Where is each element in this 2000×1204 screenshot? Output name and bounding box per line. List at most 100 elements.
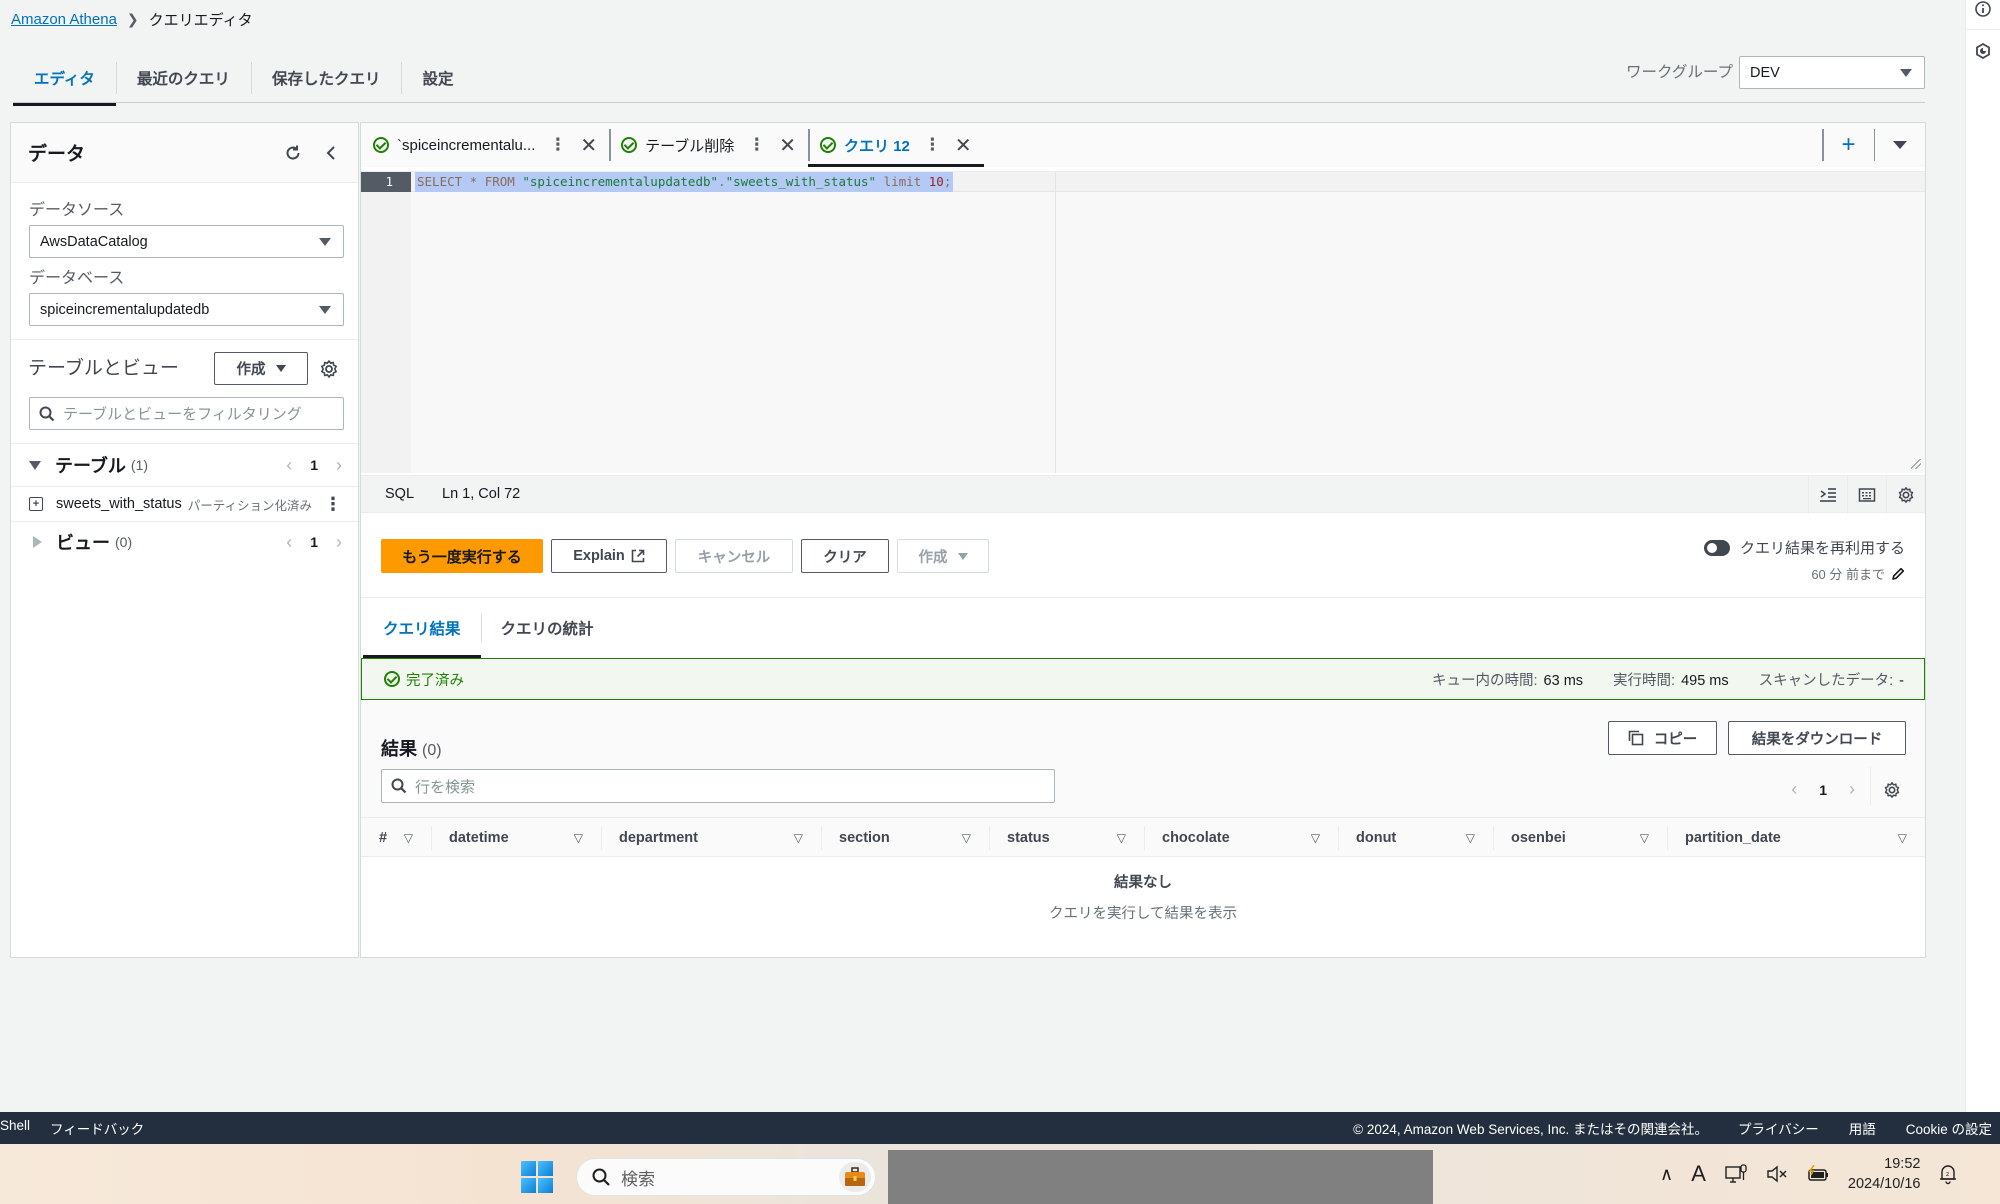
show-hidden-icons-chevron-up-icon[interactable]: ∧ (1660, 1164, 1673, 1185)
sort-icon[interactable]: ▽ (404, 831, 413, 845)
caret-expanded-icon[interactable] (29, 460, 41, 470)
cancel-button[interactable]: キャンセル (675, 539, 793, 573)
column-header[interactable]: chocolate ▽ (1144, 818, 1338, 858)
info-icon[interactable] (1974, 0, 1992, 18)
more-actions-icon[interactable]: ⋮ (324, 494, 342, 515)
ime-indicator[interactable]: A (1691, 1161, 1706, 1187)
sort-icon[interactable]: ▽ (1640, 831, 1649, 845)
cloudshell-link[interactable]: Shell (0, 1118, 30, 1138)
tab-query-results[interactable]: クエリ結果 (363, 598, 481, 658)
tab-menu-icon[interactable]: ⋮ (549, 135, 566, 155)
query-tab-active[interactable]: クエリ 12 ⋮ ✕ (808, 123, 984, 167)
gear-icon[interactable] (319, 359, 339, 379)
explain-button[interactable]: Explain (551, 539, 667, 573)
code-line[interactable]: SELECT * FROM "spiceincrementalupdatedb"… (415, 172, 954, 192)
cookie-settings-link[interactable]: Cookie の設定 (1906, 1118, 1992, 1138)
download-results-button[interactable]: 結果をダウンロード (1728, 721, 1906, 755)
terms-link[interactable]: 用語 (1849, 1118, 1876, 1138)
tables-section[interactable]: テーブル (1) ‹ 1 › (11, 446, 358, 484)
resize-handle-icon[interactable] (1911, 459, 1921, 469)
column-header[interactable]: status ▽ (989, 818, 1144, 858)
battery-charging-icon[interactable] (1806, 1165, 1830, 1183)
column-header[interactable]: partition_date ▽ (1667, 818, 1925, 858)
datasource-select[interactable]: AwsDataCatalog (29, 225, 344, 258)
close-icon[interactable]: ✕ (580, 133, 597, 158)
tab-recent-queries[interactable]: 最近のクエリ (115, 56, 251, 100)
editor-settings-button[interactable] (1886, 476, 1925, 514)
windows-start-icon[interactable] (521, 1161, 553, 1193)
query-tabs-actions: + (1822, 123, 1925, 167)
gear-icon[interactable] (1883, 781, 1901, 799)
query-tab-label: `spiceincrementalu... (397, 136, 536, 154)
views-section[interactable]: ビュー (0) ‹ 1 › (11, 523, 358, 561)
sort-icon[interactable]: ▽ (794, 831, 803, 845)
sort-icon[interactable]: ▽ (1466, 831, 1475, 845)
sort-icon[interactable]: ▽ (574, 831, 583, 845)
feedback-link[interactable]: フィードバック (50, 1118, 144, 1138)
create-table-button[interactable]: 作成 (214, 352, 308, 385)
prev-page-icon[interactable]: ‹ (286, 455, 292, 476)
clear-button[interactable]: クリア (801, 539, 889, 573)
row-search-input[interactable]: 行を検索 (381, 769, 1055, 803)
sql-editor[interactable]: 1 SELECT * FROM "spiceincrementalupdated… (361, 171, 1925, 473)
breadcrumb-athena-link[interactable]: Amazon Athena (11, 11, 117, 28)
query-tab[interactable]: テーブル削除 ⋮ ✕ (609, 123, 808, 167)
results-page-number[interactable]: 1 (1819, 782, 1827, 798)
column-header[interactable]: datetime ▽ (431, 818, 601, 858)
collapse-panel-icon[interactable] (323, 143, 339, 163)
tab-menu-icon[interactable]: ⋮ (748, 135, 765, 155)
network-icon[interactable] (1724, 1163, 1748, 1185)
prev-page-icon[interactable]: ‹ (286, 532, 292, 553)
next-page-icon[interactable]: › (1849, 779, 1855, 800)
briefcase-icon[interactable] (839, 1162, 871, 1192)
close-icon[interactable]: ✕ (955, 133, 972, 158)
sort-icon[interactable]: ▽ (962, 831, 971, 845)
caret-collapsed-icon[interactable] (33, 536, 42, 548)
feedback-icon[interactable] (1974, 42, 1992, 60)
add-tab-icon[interactable]: + (1824, 131, 1874, 159)
column-header-label: datetime (449, 830, 509, 846)
workgroup-select[interactable]: DEV (1739, 56, 1925, 89)
tabs-dropdown-icon[interactable] (1875, 141, 1925, 149)
column-header[interactable]: # ▽ (361, 818, 431, 858)
column-header[interactable]: section ▽ (821, 818, 989, 858)
privacy-link[interactable]: プライバシー (1738, 1118, 1819, 1138)
table-filter-input[interactable]: テーブルとビューをフィルタリング (29, 397, 344, 430)
column-header[interactable]: osenbei ▽ (1493, 818, 1667, 858)
sort-icon[interactable]: ▽ (1117, 831, 1126, 845)
tab-menu-icon[interactable]: ⋮ (924, 135, 941, 155)
footer-right: © 2024, Amazon Web Services, Inc. またはその関… (1353, 1118, 2000, 1138)
sort-icon[interactable]: ▽ (1311, 831, 1320, 845)
database-select[interactable]: spiceincrementalupdatedb (29, 293, 344, 326)
format-query-button[interactable] (1808, 476, 1847, 514)
views-page-number[interactable]: 1 (310, 534, 318, 550)
volume-muted-icon[interactable] (1766, 1165, 1788, 1183)
keyboard-shortcuts-button[interactable] (1847, 476, 1886, 514)
edit-pencil-icon[interactable] (1891, 567, 1905, 581)
table-name[interactable]: sweets_with_status (56, 496, 182, 512)
query-tab[interactable]: `spiceincrementalu... ⋮ ✕ (361, 123, 609, 167)
prev-page-icon[interactable]: ‹ (1791, 779, 1797, 800)
run-again-button[interactable]: もう一度実行する (381, 539, 543, 573)
tables-page-number[interactable]: 1 (310, 457, 318, 473)
create-button[interactable]: 作成 (897, 539, 989, 573)
reuse-results-toggle[interactable] (1703, 539, 1730, 556)
table-list-item[interactable]: + sweets_with_status パーティション化済み ⋮ (11, 486, 358, 522)
column-header[interactable]: department ▽ (601, 818, 821, 858)
tab-query-stats[interactable]: クエリの統計 (480, 598, 614, 658)
column-header[interactable]: donut ▽ (1338, 818, 1493, 858)
close-icon[interactable]: ✕ (779, 133, 796, 158)
sort-icon[interactable]: ▽ (1898, 831, 1907, 845)
copy-button[interactable]: コピー (1608, 721, 1717, 755)
next-page-icon[interactable]: › (336, 532, 342, 553)
notification-bell-icon[interactable]: z (1938, 1163, 1958, 1185)
tab-editor[interactable]: エディタ (13, 56, 116, 106)
tab-saved-queries[interactable]: 保存したクエリ (250, 56, 402, 100)
sql-token: SELECT * FROM (417, 174, 523, 189)
tab-settings[interactable]: 設定 (401, 56, 474, 100)
next-page-icon[interactable]: › (336, 455, 342, 476)
expand-plus-icon[interactable]: + (29, 497, 43, 511)
refresh-icon[interactable] (283, 143, 303, 163)
taskbar-clock[interactable]: 19:52 2024/10/16 (1848, 1154, 1921, 1194)
taskbar-search[interactable]: 検索 (576, 1158, 876, 1196)
